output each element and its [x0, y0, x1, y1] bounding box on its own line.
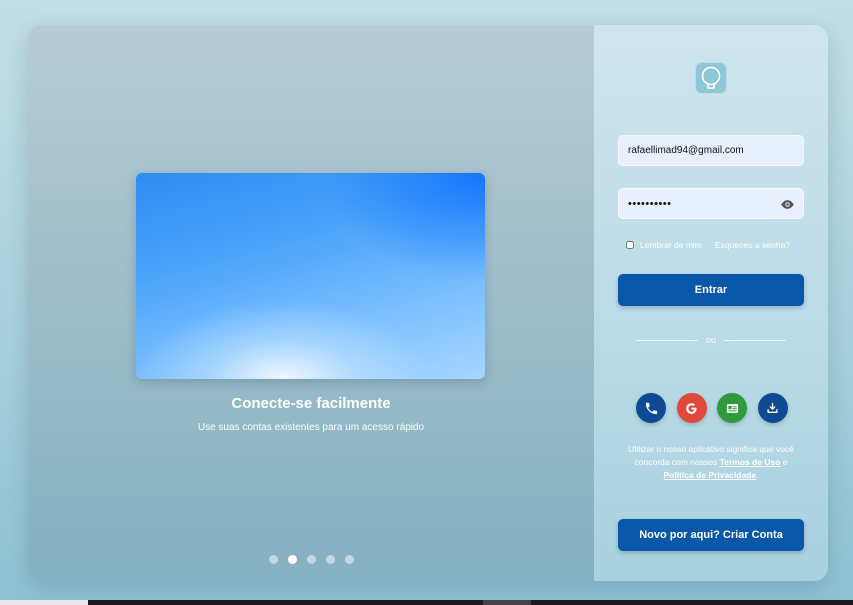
download-icon [767, 402, 779, 413]
carousel-dot[interactable] [268, 555, 278, 564]
google-icon [686, 402, 697, 414]
divider-label: ou [706, 335, 717, 345]
terms-and: e [780, 457, 788, 467]
divider-line [636, 339, 698, 341]
eye-icon[interactable] [780, 197, 795, 212]
carousel-dot[interactable] [344, 555, 354, 564]
remember-checkbox[interactable] [626, 241, 634, 249]
email-field[interactable] [628, 145, 794, 156]
taskbar-segment [0, 600, 88, 605]
login-card: Conecte-se facilmente Use suas contas ex… [28, 25, 828, 581]
phone-icon [645, 402, 657, 414]
login-panel: Lembrar de mim Esqueceu a senha? Entrar … [594, 25, 828, 581]
carousel-panel: Conecte-se facilmente Use suas contas ex… [28, 25, 594, 581]
taskbar [0, 600, 853, 605]
google-login-button[interactable] [676, 393, 707, 423]
forgot-password-link[interactable]: Esqueceu a senha? [715, 240, 790, 250]
carousel-title: Conecte-se facilmente [231, 395, 391, 412]
remember-label: Lembrar de mim [640, 240, 702, 250]
terms-text: Utilizar o nosso aplicativo significa qu… [628, 443, 794, 482]
password-field[interactable] [628, 197, 794, 210]
email-field-wrapper [618, 135, 804, 166]
privacy-policy-link[interactable]: Política de Privacidade [664, 470, 757, 480]
create-account-button[interactable]: Novo por aqui? Criar Conta [618, 519, 804, 551]
social-login-buttons [636, 393, 788, 423]
login-button[interactable]: Entrar [618, 274, 804, 306]
carousel-dot-active[interactable] [287, 555, 297, 564]
app-logo [695, 62, 727, 94]
carousel-dots [28, 555, 594, 564]
id-card-icon [726, 403, 738, 413]
terms-of-use-link[interactable]: Termos de Uso [720, 457, 781, 467]
divider-line [724, 339, 787, 341]
carousel-dot[interactable] [325, 555, 335, 564]
carousel-image [136, 173, 485, 379]
carousel-dot[interactable] [306, 555, 316, 564]
id-card-login-button[interactable] [717, 393, 748, 423]
phone-login-button[interactable] [636, 393, 666, 423]
or-divider: ou [636, 335, 787, 345]
carousel-subtitle: Use suas contas existentes para um acess… [197, 422, 425, 433]
taskbar-segment [483, 600, 531, 605]
terms-suffix: . [756, 470, 759, 480]
login-options: Lembrar de mim Esqueceu a senha? [626, 240, 790, 250]
password-field-wrapper [618, 188, 804, 219]
logo-icon [701, 66, 721, 89]
download-app-button[interactable] [757, 393, 788, 423]
